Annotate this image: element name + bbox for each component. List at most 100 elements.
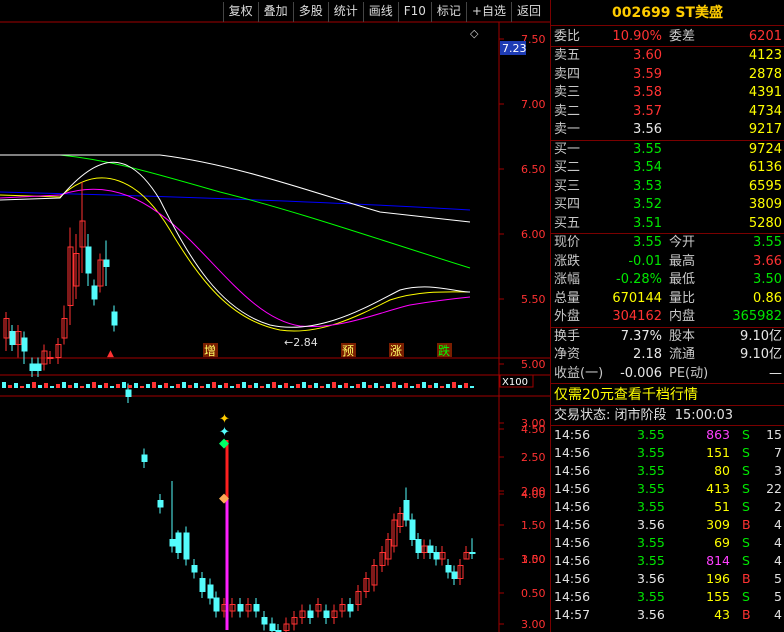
volume-bar [98, 385, 102, 388]
candle-body [29, 363, 36, 371]
volume-bar [44, 383, 48, 388]
tick-count: 4 [774, 535, 782, 550]
candle-body [207, 584, 214, 599]
bids-price: 3.51 [633, 215, 662, 231]
tick-side: S [742, 427, 750, 442]
volume-bar [140, 386, 144, 388]
volume-bar [146, 384, 150, 388]
volume-bar [386, 384, 390, 388]
candle-body [47, 357, 54, 359]
price-axis-label: 6.50 [521, 163, 546, 176]
candle-body [199, 578, 206, 592]
tick-price: 3.55 [637, 463, 665, 478]
asks-row[interactable]: 卖三 3.58 4391 [551, 84, 784, 103]
candle-body [451, 571, 458, 579]
volume-bar [242, 382, 246, 388]
volume-bar [368, 385, 372, 388]
volume-bar [260, 386, 264, 388]
candle-body [141, 454, 148, 462]
fund-row: 换手 7.37% 股本 9.10亿 [551, 328, 784, 347]
asks-row[interactable]: 卖四 3.59 2878 [551, 66, 784, 85]
tick-count: 2 [774, 499, 782, 514]
volume-bar [464, 383, 468, 388]
volume-scale-label: X100 [502, 377, 528, 388]
volume-bar [326, 384, 330, 388]
tick-price: 3.55 [637, 499, 665, 514]
fund-label: 股本 [669, 328, 696, 344]
candle-body [415, 539, 422, 553]
volume-bar [422, 382, 426, 388]
tick-side: B [742, 571, 751, 586]
volume-bar [20, 386, 24, 388]
volume-bar [440, 386, 444, 388]
volume-bar [194, 383, 198, 388]
tick-row: 14:56 3.55 51 S 2 [551, 498, 784, 516]
toolbar-button-3[interactable]: 统计 [327, 2, 363, 22]
asks-row[interactable]: 卖一 3.56 9217 [551, 121, 784, 140]
volume-bar [458, 385, 462, 388]
toolbar-button-7[interactable]: +自选 [465, 2, 511, 22]
volume-bar [92, 382, 96, 388]
stat-row: 外盘 304162 内盘 365982 [551, 308, 784, 327]
toolbar-button-0[interactable]: 复权 [222, 2, 258, 22]
stat-value: 365982 [732, 309, 782, 324]
volume-bar [182, 382, 186, 388]
volume-bar [416, 384, 420, 388]
volume-bar [104, 383, 108, 388]
candle-body [125, 389, 132, 397]
tick-row: 14:56 3.55 155 S 5 [551, 588, 784, 606]
bids-label: 买二 [554, 160, 581, 175]
toolbar-button-4[interactable]: 画线 [362, 2, 398, 22]
volume-bar [320, 386, 324, 388]
tick-time: 14:57 [554, 607, 591, 622]
bids-row[interactable]: 买四 3.52 3809 [551, 196, 784, 215]
toolbar-button-8[interactable]: 返回 [510, 2, 546, 22]
price-axis-label: 5.50 [521, 293, 546, 306]
toolbar-button-6[interactable]: 标记 [430, 2, 466, 22]
candle-body [103, 259, 110, 267]
tick-volume: 151 [706, 445, 730, 460]
kline-chart-svg[interactable]: 7.507.006.506.005.505.004.504.003.503.00… [0, 0, 550, 632]
diamond-marker-icon: ◆ [219, 491, 229, 506]
bids-row[interactable]: 买一 3.55 9724 [551, 141, 784, 160]
tick-row: 14:57 3.56 43 B 4 [551, 606, 784, 624]
volume-bar [434, 383, 438, 388]
bids-volume: 5280 [748, 215, 782, 231]
volume-bar [152, 382, 156, 388]
volume-bar [164, 383, 168, 388]
indicator-axis-label: 3.00 [521, 417, 546, 430]
tick-price: 3.55 [637, 481, 665, 496]
tick-list[interactable]: 14:56 3.55 863 S 15 14:56 3.55 151 S 7 14:56 3.55 80… [551, 426, 784, 624]
stat-label: 现价 [554, 235, 581, 250]
bids-row[interactable]: 买三 3.53 6595 [551, 178, 784, 197]
fund-value: — [769, 365, 782, 381]
kline-chart-area[interactable]: 7.50 7.00 6.50 6.00 5.50 5.00 4.50 4.00 3.50 3.00… [0, 0, 550, 632]
toolbar-button-1[interactable]: 叠加 [257, 2, 293, 22]
fund-label: 净资 [554, 347, 581, 362]
signal-label: 预 [342, 344, 354, 358]
volume-bar [128, 385, 132, 388]
candle-body [35, 363, 42, 371]
indicator-axis-label: 1.50 [521, 519, 546, 532]
stat-label: 最高 [669, 253, 696, 269]
volume-bar [170, 386, 174, 388]
bids-row[interactable]: 买五 3.51 5280 [551, 215, 784, 234]
toolbar-button-2[interactable]: 多股 [292, 2, 328, 22]
fund-value: 7.37% [620, 328, 662, 344]
volume-bar [206, 384, 210, 388]
stat-value: -0.28% [616, 272, 662, 287]
candle-body [157, 500, 164, 508]
volume-bar [26, 384, 30, 388]
tick-row: 14:56 3.55 814 S 4 [551, 552, 784, 570]
toolbar-button-5[interactable]: F10 [397, 2, 431, 22]
tick-volume: 196 [706, 571, 730, 586]
bids-row[interactable]: 买二 3.54 6136 [551, 159, 784, 178]
tick-count: 15 [766, 427, 782, 442]
asks-label: 卖一 [554, 122, 581, 137]
asks-row[interactable]: 卖二 3.57 4734 [551, 103, 784, 122]
indicator-axis-label: 2.50 [521, 451, 546, 464]
diamond-marker-icon: ◆ [219, 436, 229, 451]
diamond-icon[interactable]: ◇ [470, 27, 479, 40]
promo-link[interactable]: 仅需20元查看千档行情 [551, 384, 784, 406]
asks-row[interactable]: 卖五 3.60 4123 [551, 47, 784, 66]
